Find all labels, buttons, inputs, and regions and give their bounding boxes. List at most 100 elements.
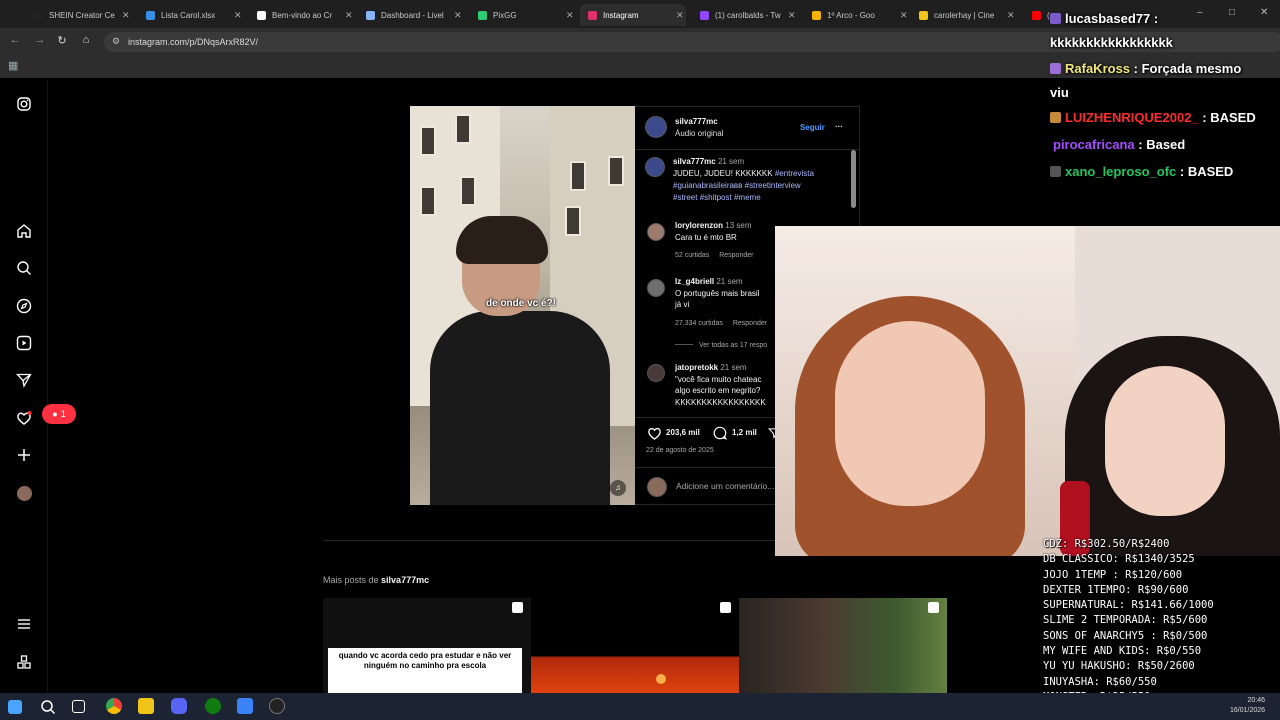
start-windows-icon[interactable]	[8, 700, 22, 714]
notification-count-badge[interactable]: ● 1	[42, 404, 76, 424]
hashtag-link[interactable]: #shitpost	[700, 193, 732, 202]
search-taskbar-icon[interactable]	[40, 699, 56, 715]
follow-button[interactable]: Seguir	[800, 122, 825, 134]
chrome-icon[interactable]	[106, 698, 122, 714]
file-explorer-icon[interactable]	[138, 698, 154, 714]
tab-title: SHEIN Creator Ce	[49, 10, 115, 20]
donation-goal: DB CLASSICO: R$1340/3525	[1043, 553, 1195, 566]
apps-grid-icon[interactable]: ▦	[8, 59, 18, 72]
commenter-avatar[interactable]	[647, 279, 665, 297]
comment-count[interactable]: 1,2 mil	[732, 427, 757, 439]
window	[455, 114, 471, 144]
twitch-icon	[700, 10, 709, 20]
menu-hamburger-icon[interactable]	[14, 614, 34, 634]
home-nav-icon[interactable]	[14, 221, 34, 241]
comment-username[interactable]: lz_g4briell	[675, 277, 714, 286]
thumbnail-caption: quando vc acorda cedo pra estudar e não …	[338, 651, 512, 670]
comment-input[interactable]: Adicione um comentário...	[676, 480, 774, 492]
close-tab-icon[interactable]: ✕	[234, 10, 244, 21]
close-tab-icon[interactable]: ✕	[676, 10, 686, 21]
comments-scrollbar[interactable]	[851, 150, 856, 208]
search-icon[interactable]	[14, 258, 34, 278]
comment-likes[interactable]: 52 curtidas	[675, 252, 709, 259]
browser-tab[interactable]: Dashboard - Livel ✕	[358, 4, 464, 26]
close-tab-icon[interactable]: ✕	[454, 10, 464, 21]
post-thumbnail[interactable]	[739, 598, 947, 694]
person-icon: ●	[52, 409, 58, 419]
close-tab-icon[interactable]: ✕	[788, 10, 798, 21]
reels-icon[interactable]	[14, 333, 34, 353]
like-count[interactable]: 203,6 mil	[666, 427, 700, 439]
comment-time: 21 sem	[716, 277, 743, 286]
browser-tab[interactable]: Lista Carol.xlsx ✕	[138, 4, 244, 26]
discord-icon[interactable]	[171, 698, 187, 714]
comment-likes[interactable]: 27.334 curtidas	[675, 320, 723, 327]
meta-apps-icon[interactable]	[14, 652, 34, 672]
explore-compass-icon[interactable]	[14, 296, 34, 316]
donation-goal: SUPERNATURAL: R$141.66/1000	[1043, 599, 1214, 612]
comment-username[interactable]: lorylorenzon	[675, 221, 723, 230]
audio-label[interactable]: Áudio original	[675, 128, 723, 140]
view-replies-link[interactable]: Ver todas as 17 respo	[699, 342, 767, 349]
close-tab-icon[interactable]: ✕	[122, 10, 132, 21]
browser-tab[interactable]: (1) Perguntas	[1024, 4, 1050, 26]
tab-title: (1) carolbalds - Tw	[715, 10, 781, 20]
hashtag-link[interactable]: #street	[673, 193, 697, 202]
hashtag-link[interactable]: #guianabrasileiraвв	[673, 181, 742, 190]
back-icon[interactable]: ←	[8, 34, 22, 46]
browser-tab[interactable]: 1º Arco - Goo ✕	[804, 4, 910, 26]
home-icon[interactable]: ⌂	[79, 34, 93, 46]
xbox-icon[interactable]	[205, 698, 221, 714]
security-shield-icon[interactable]	[237, 698, 253, 714]
browser-tab[interactable]: carolerhay | Cine ✕	[911, 4, 1017, 26]
caption-avatar[interactable]	[645, 157, 665, 177]
author-avatar[interactable]	[645, 116, 667, 138]
stream-chat: lucasbased77 : kkkkkkkkkkkkkkkkk RafaKro…	[1050, 8, 1280, 198]
close-tab-icon[interactable]: ✕	[1007, 10, 1017, 21]
post-video[interactable]: de onde vc é?! ♫	[410, 106, 635, 505]
reload-icon[interactable]: ↻	[55, 34, 69, 47]
chat-username: xano_leproso_ofc	[1065, 164, 1177, 179]
hashtag-link[interactable]: #entrevista	[775, 169, 814, 178]
create-plus-icon[interactable]	[14, 445, 34, 465]
browser-tab[interactable]: SHEIN Creator Ce ✕	[26, 4, 132, 26]
system-clock[interactable]: 20:46 16/01/2026	[1230, 696, 1265, 716]
commenter-avatar[interactable]	[647, 223, 665, 241]
hashtag-link[interactable]: #meme	[734, 193, 761, 202]
comment-username[interactable]: jatopretokk	[675, 363, 718, 372]
browser-tab[interactable]: PixGG ✕	[470, 4, 576, 26]
browser-tab[interactable]: (1) carolbalds - Tw ✕	[692, 4, 798, 26]
task-view-icon[interactable]	[72, 700, 85, 713]
clock-time: 20:46	[1247, 697, 1266, 704]
chat-message: : BASED	[1176, 164, 1234, 179]
mute-toggle-icon[interactable]: ♫	[610, 480, 626, 496]
comment-bubble-icon[interactable]	[713, 426, 728, 445]
obs-icon[interactable]	[269, 698, 285, 714]
my-avatar	[647, 477, 667, 497]
like-heart-icon[interactable]	[647, 426, 662, 445]
messages-icon[interactable]	[14, 370, 34, 390]
commenter-avatar[interactable]	[647, 364, 665, 382]
notifications-heart-icon[interactable]	[14, 408, 34, 428]
more-posts-user[interactable]: silva777mc	[381, 575, 429, 585]
forward-icon[interactable]: →	[33, 34, 47, 46]
site-info-icon[interactable]: ⚙	[112, 36, 120, 47]
onedrive-icon	[146, 10, 155, 20]
reply-button[interactable]: Responder	[733, 320, 767, 327]
post-thumbnail[interactable]	[531, 598, 739, 694]
instagram-logo-icon[interactable]	[14, 94, 34, 114]
hashtag-link[interactable]: #streetinterview	[745, 181, 801, 190]
close-tab-icon[interactable]: ✕	[900, 10, 910, 21]
post-thumbnail[interactable]: quando vc acorda cedo pra estudar e não …	[323, 598, 531, 694]
author-username[interactable]: silva777mc	[675, 116, 718, 128]
chat-badge-icon	[1050, 63, 1061, 74]
window	[570, 161, 586, 191]
caption-username[interactable]: silva777mc	[673, 157, 716, 166]
close-tab-icon[interactable]: ✕	[345, 10, 355, 21]
profile-avatar[interactable]	[14, 483, 34, 503]
close-tab-icon[interactable]: ✕	[566, 10, 576, 21]
more-options-icon[interactable]: ···	[835, 121, 843, 133]
browser-tab[interactable]: Instagram ✕	[580, 4, 686, 26]
reply-button[interactable]: Responder	[719, 252, 753, 259]
browser-tab[interactable]: Bem-vindo ao Cr ✕	[249, 4, 355, 26]
